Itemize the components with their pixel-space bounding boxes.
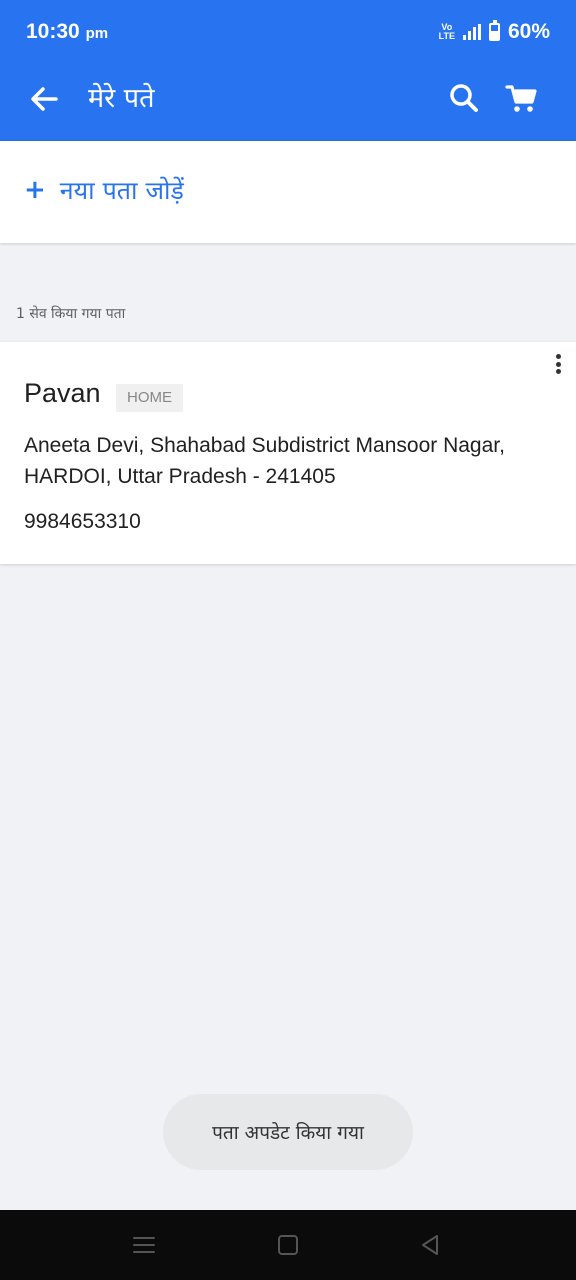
nav-back-icon[interactable]: [417, 1232, 443, 1258]
address-card[interactable]: Pavan HOME Aneeta Devi, Shahabad Subdist…: [0, 342, 576, 564]
recent-apps-icon[interactable]: [131, 1232, 157, 1258]
network-type-icon: Vo LTE: [439, 23, 455, 41]
home-icon[interactable]: [275, 1232, 301, 1258]
signal-strength-icon: [462, 24, 481, 40]
battery-icon: [488, 20, 500, 41]
status-bar: 10:30 pm Vo LTE 60%: [0, 0, 576, 52]
address-text: Aneeta Devi, Shahabad Subdistrict Mansoo…: [24, 434, 505, 488]
battery-percent: 60%: [507, 20, 550, 43]
add-address-card: + नया पता जोड़ें: [0, 141, 576, 243]
time-ampm: pm: [85, 25, 109, 42]
system-navigation-bar: [0, 1210, 576, 1280]
cart-icon[interactable]: [504, 80, 540, 116]
more-options-icon[interactable]: [550, 352, 566, 376]
app-bar: मेरे पते: [0, 52, 576, 141]
toast-message: पता अपडेट किया गया: [163, 1094, 413, 1170]
plus-icon: +: [24, 175, 46, 205]
address-phone: 9984653310: [24, 510, 141, 533]
add-new-address-label: नया पता जोड़ें: [59, 176, 184, 205]
network-bottom-label: LTE: [438, 31, 455, 41]
status-right: Vo LTE 60%: [439, 20, 550, 44]
search-icon[interactable]: [446, 80, 482, 116]
saved-address-count: 1 सेव किया गया पता: [16, 306, 126, 322]
time-value: 10:30: [26, 20, 80, 43]
back-arrow-icon[interactable]: [22, 77, 66, 121]
status-time: 10:30 pm: [26, 20, 108, 44]
add-new-address-button[interactable]: + नया पता जोड़ें: [24, 173, 184, 207]
page-title: मेरे पते: [88, 83, 155, 114]
address-type-badge: HOME: [116, 384, 183, 412]
address-name: Pavan: [24, 378, 101, 408]
